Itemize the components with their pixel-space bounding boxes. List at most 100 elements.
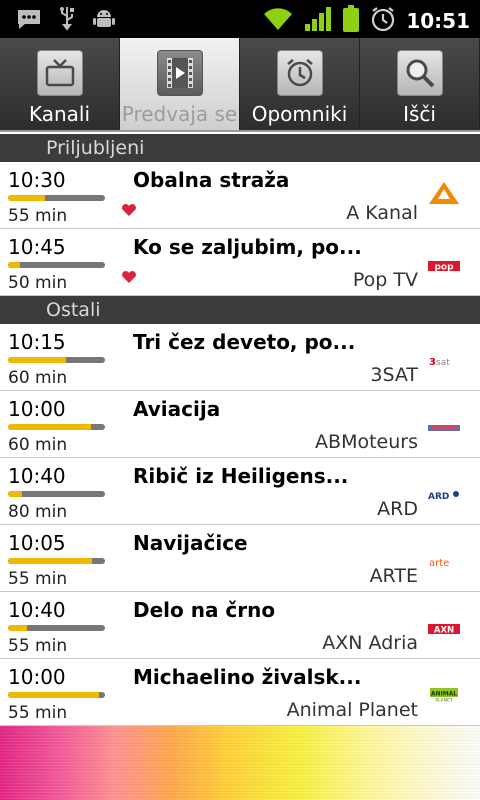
section-header-others: Ostali [0, 296, 480, 324]
start-time: 10:05 [8, 531, 66, 555]
tab-label: Išči [403, 102, 436, 126]
duration: 60 min [8, 368, 68, 388]
svg-text:pop: pop [434, 263, 454, 273]
tv-icon [36, 50, 83, 96]
channel-logo-icon: ARD [428, 486, 460, 502]
progress-fill [8, 262, 20, 268]
program-title: Obalna straža [133, 168, 290, 192]
favorites-list: 10:30 55 min Obalna straža A Kanal 10:45 50 m… [0, 162, 480, 296]
tab-isci[interactable]: Išči [360, 38, 480, 130]
progress-fill [8, 424, 92, 430]
program-title: Tri čez deveto, po... [133, 330, 356, 354]
duration: 55 min [8, 569, 68, 589]
progress-fill [8, 195, 45, 201]
channel-logo-icon: ANIMAL PLANET [428, 687, 460, 704]
favorite-heart-icon [121, 269, 137, 288]
duration: 55 min [8, 636, 68, 656]
start-time: 10:45 [8, 235, 66, 259]
channel-logo-icon: arte [428, 553, 460, 569]
program-title: Ko se zaljubim, po... [133, 235, 362, 259]
channel-name: ARTE [369, 565, 418, 587]
channel-name: A Kanal [346, 202, 418, 224]
program-row[interactable]: 10:15 60 min Tri čez deveto, po... 3SAT 3 sat [0, 324, 480, 391]
program-row[interactable]: 10:00 60 min Aviacija ABMoteurs [0, 391, 480, 458]
channel-name: ABMoteurs [315, 431, 418, 453]
progress-fill [8, 491, 22, 497]
channel-logo-icon [428, 182, 460, 204]
system-icons: 10:51 [262, 5, 470, 37]
start-time: 10:00 [8, 397, 66, 421]
wifi-icon [262, 6, 294, 36]
svg-text:PLANET: PLANET [435, 698, 453, 703]
others-list: 10:15 60 min Tri čez deveto, po... 3SAT 3 sat… [0, 324, 480, 726]
channel-logo-icon: 3 sat [428, 352, 460, 368]
svg-text:3: 3 [429, 357, 436, 367]
program-row[interactable]: 10:30 55 min Obalna straža A Kanal [0, 162, 480, 229]
tab-opomniki[interactable]: Opomniki [240, 38, 360, 130]
status-time: 10:51 [406, 9, 470, 33]
progress-bar [8, 625, 105, 631]
progress-bar [8, 491, 105, 497]
progress-fill [8, 357, 67, 363]
duration: 60 min [8, 435, 68, 455]
signal-icon [304, 6, 332, 36]
progress-bar [8, 424, 105, 430]
svg-text:arte: arte [429, 558, 449, 568]
svg-text:ANIMAL: ANIMAL [431, 691, 458, 698]
tab-bar: Kanali Predvaja se Opomniki Išči [0, 38, 480, 132]
channel-logo-icon: AXN [428, 620, 460, 636]
program-row[interactable]: 10:40 80 min Ribič iz Heiligens... ARD ARD [0, 458, 480, 525]
notification-icons [16, 6, 116, 36]
progress-bar [8, 692, 105, 698]
ad-banner[interactable] [0, 726, 480, 800]
duration: 50 min [8, 273, 68, 293]
program-row[interactable]: 10:45 50 min Ko se zaljubim, po... Pop TV po… [0, 229, 480, 296]
battery-icon [342, 5, 360, 37]
progress-bar [8, 195, 105, 201]
channel-logo-icon [428, 419, 460, 431]
progress-fill [8, 625, 28, 631]
program-title: Ribič iz Heiligens... [133, 464, 349, 488]
program-title: Navijačice [133, 531, 248, 555]
start-time: 10:40 [8, 464, 66, 488]
duration: 80 min [8, 502, 68, 522]
start-time: 10:40 [8, 598, 66, 622]
start-time: 10:00 [8, 665, 66, 689]
status-bar: 10:51 [0, 0, 480, 38]
start-time: 10:15 [8, 330, 66, 354]
program-list[interactable]: Priljubljeni 10:30 55 min Obalna straža A K… [0, 134, 480, 726]
message-icon [16, 7, 42, 35]
start-time: 10:30 [8, 168, 66, 192]
program-row[interactable]: 10:05 55 min Navijačice ARTE arte [0, 525, 480, 592]
channel-name: AXN Adria [322, 632, 418, 654]
favorite-heart-icon [121, 202, 137, 221]
tab-predvaja-se[interactable]: Predvaja se [120, 38, 240, 130]
channel-name: ARD [377, 498, 418, 520]
usb-icon [58, 6, 76, 36]
alarm-icon [370, 6, 396, 36]
section-header-favorites: Priljubljeni [0, 134, 480, 162]
program-title: Michaelino živalsk... [133, 665, 362, 689]
tab-label: Kanali [28, 102, 91, 126]
svg-text:AXN: AXN [434, 626, 454, 636]
progress-bar [8, 357, 105, 363]
progress-fill [8, 558, 93, 564]
program-row[interactable]: 10:00 55 min Michaelino živalsk... Animal P… [0, 659, 480, 726]
alarm-clock-icon [276, 50, 323, 96]
film-icon [156, 50, 203, 96]
channel-name: Animal Planet [286, 699, 418, 721]
channel-name: 3SAT [370, 364, 418, 386]
duration: 55 min [8, 703, 68, 723]
channel-name: Pop TV [352, 269, 418, 291]
progress-fill [8, 692, 100, 698]
duration: 55 min [8, 206, 68, 226]
magnifier-icon [396, 50, 443, 96]
program-row[interactable]: 10:40 55 min Delo na črno AXN Adria AXN [0, 592, 480, 659]
svg-text:sat: sat [436, 358, 450, 367]
progress-bar [8, 558, 105, 564]
program-title: Aviacija [133, 397, 221, 421]
progress-bar [8, 262, 105, 268]
tab-label: Opomniki [251, 102, 348, 126]
android-debug-icon [92, 7, 116, 35]
tab-kanali[interactable]: Kanali [0, 38, 120, 130]
